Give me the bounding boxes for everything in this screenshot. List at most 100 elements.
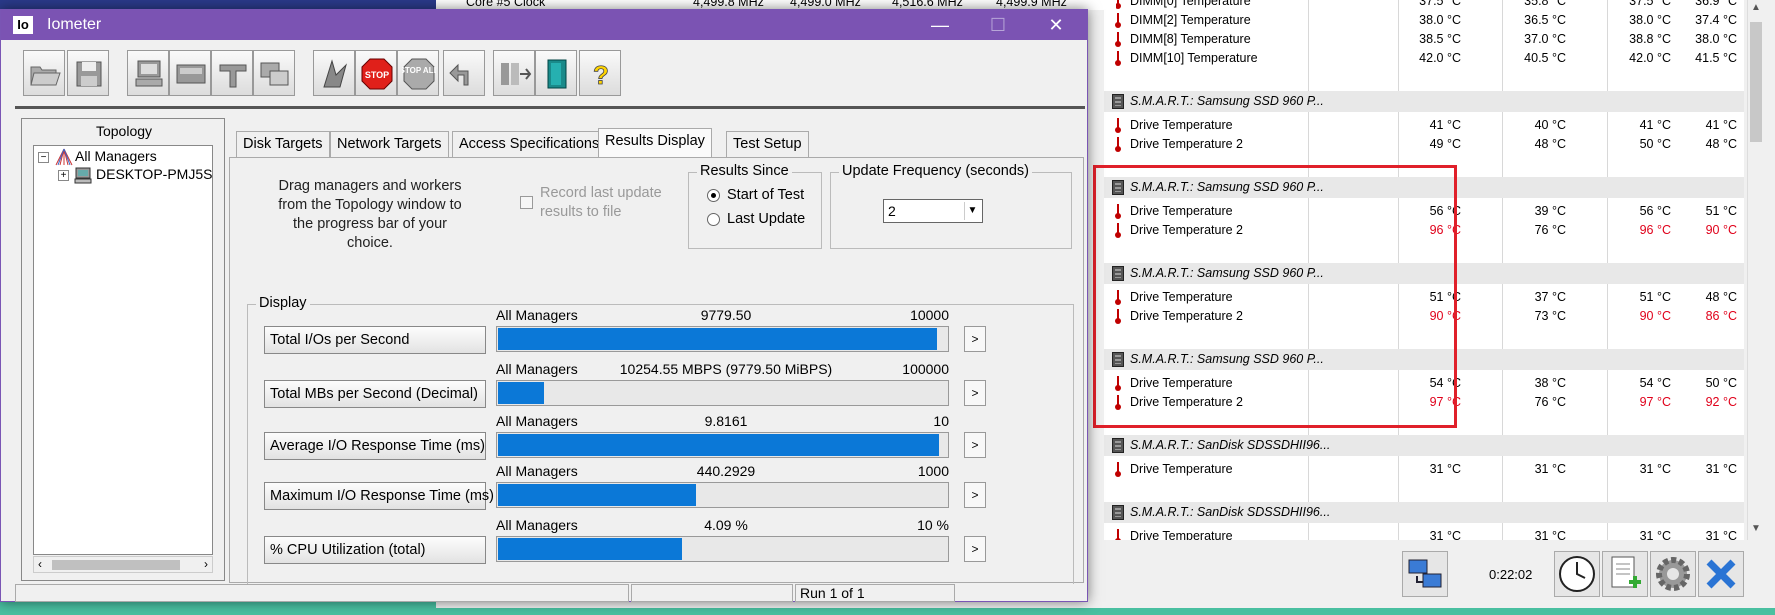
duplicate-worker-button[interactable] bbox=[253, 50, 295, 96]
reset-button[interactable] bbox=[443, 50, 485, 96]
scroll-thumb[interactable] bbox=[52, 560, 180, 570]
sensor-value: 50 °C bbox=[1639, 137, 1671, 151]
start-test-button[interactable] bbox=[313, 50, 355, 96]
drag-instructions: Drag managers and workers from the Topol… bbox=[278, 178, 462, 251]
scroll-down-icon[interactable]: ▼ bbox=[1751, 523, 1761, 534]
metric-button[interactable]: Total MBs per Second (Decimal) bbox=[264, 380, 486, 408]
sensor-value: 37 °C bbox=[1534, 290, 1566, 304]
metric-button[interactable]: % CPU Utilization (total) bbox=[264, 536, 486, 564]
sensor-row[interactable]: Drive Temperature 31 °C 31 °C 31 °C 31 °C bbox=[1104, 459, 1744, 480]
tab-test-setup[interactable]: Test Setup bbox=[726, 131, 809, 157]
topology-hscrollbar[interactable]: ‹ › bbox=[33, 556, 213, 573]
metric-button[interactable]: Average I/O Response Time (ms) bbox=[264, 432, 486, 460]
drive-chip-icon bbox=[1112, 438, 1124, 453]
sensor-value: 42.0 °C bbox=[1629, 51, 1671, 65]
chevron-down-icon[interactable]: ▼ bbox=[964, 202, 980, 220]
radio-last-update[interactable] bbox=[707, 213, 720, 226]
start-disk-worker-button[interactable] bbox=[169, 50, 211, 96]
metric-progress-bar[interactable] bbox=[496, 380, 949, 406]
metric-expand-button[interactable]: > bbox=[964, 380, 986, 406]
sensor-row[interactable]: DIMM[2] Temperature 38.0 °C 36.5 °C 38.0 °C… bbox=[1104, 10, 1744, 31]
stop-all-button[interactable]: STOP ALL bbox=[397, 50, 439, 96]
settings-button[interactable] bbox=[1650, 551, 1696, 597]
stop-button[interactable]: STOP bbox=[355, 50, 397, 96]
metric-button[interactable]: Maximum I/O Response Time (ms) bbox=[264, 482, 494, 510]
collapse-icon[interactable]: − bbox=[38, 152, 49, 163]
sensor-value: 42.0 °C bbox=[1419, 51, 1461, 65]
metric-progress-bar[interactable] bbox=[496, 432, 949, 458]
metric-value: 10254.55 MBPS (9779.50 MiBPS) bbox=[619, 361, 833, 377]
sensor-group-header[interactable]: S.M.A.R.T.: Samsung SSD 960 P... bbox=[1104, 91, 1744, 112]
metric-button[interactable]: Total I/Os per Second bbox=[264, 326, 486, 354]
open-config-button[interactable] bbox=[23, 50, 65, 96]
sensor-value: 38.0 °C bbox=[1695, 32, 1737, 46]
radio-start-of-test[interactable] bbox=[707, 189, 720, 202]
metric-value: 9.8161 bbox=[704, 413, 748, 429]
sensor-scrollbar[interactable]: ▲ ▼ bbox=[1747, 0, 1764, 540]
metric-expand-button[interactable]: > bbox=[964, 482, 986, 508]
metric-max: 100000 bbox=[902, 361, 949, 377]
open-config-icon bbox=[30, 66, 61, 86]
metric-expand-button[interactable]: > bbox=[964, 536, 986, 562]
topology-tree[interactable]: − All Managers + DESKTOP-PMJ5S bbox=[33, 145, 213, 555]
scroll-left-icon[interactable]: ‹ bbox=[38, 557, 42, 571]
metric-expand-button[interactable]: > bbox=[964, 326, 986, 352]
sensor-value: 31 °C bbox=[1639, 529, 1671, 540]
close-button[interactable] bbox=[1698, 551, 1744, 597]
drive-chip-icon bbox=[1112, 94, 1124, 109]
sensor-value: 37.0 °C bbox=[1524, 32, 1566, 46]
sensor-row[interactable]: DIMM[8] Temperature 38.5 °C 37.0 °C 38.8 °C… bbox=[1104, 29, 1744, 50]
sensor-name: DIMM[10] Temperature bbox=[1130, 51, 1258, 65]
sensor-row[interactable]: Drive Temperature 41 °C 40 °C 41 °C 41 °C bbox=[1104, 115, 1744, 136]
tab-access-specifications[interactable]: Access Specifications bbox=[452, 131, 607, 157]
scroll-thumb[interactable] bbox=[1750, 22, 1762, 142]
metric-expand-button[interactable]: > bbox=[964, 432, 986, 458]
scroll-right-icon[interactable]: › bbox=[204, 557, 208, 571]
thermometer-icon bbox=[1115, 529, 1121, 540]
drive-chip-icon bbox=[1112, 505, 1124, 520]
tab-network-targets[interactable]: Network Targets bbox=[330, 131, 449, 157]
sensor-value: 41 °C bbox=[1639, 118, 1671, 132]
sensor-group-header[interactable]: S.M.A.R.T.: SanDisk SDSSDHII96... bbox=[1104, 502, 1744, 523]
thermometer-icon bbox=[1115, 32, 1121, 47]
tab-disk-targets[interactable]: Disk Targets bbox=[236, 131, 330, 157]
metric-progress-bar[interactable] bbox=[496, 536, 949, 562]
radio-label: Last Update bbox=[727, 211, 806, 227]
report-add-icon bbox=[1611, 556, 1641, 588]
metric-progress-bar[interactable] bbox=[496, 482, 949, 508]
scroll-up-icon[interactable]: ▲ bbox=[1751, 2, 1761, 13]
sensor-value: 97 °C bbox=[1639, 395, 1671, 409]
sensor-row[interactable]: Drive Temperature 31 °C 31 °C 31 °C 31 °C bbox=[1104, 526, 1744, 540]
title-bar[interactable]: Io Iometer — ☐ ✕ bbox=[1, 10, 1087, 40]
network-monitor-button[interactable] bbox=[1402, 551, 1448, 597]
sensor-value: 41.5 °C bbox=[1695, 51, 1737, 65]
exit-manager-button[interactable] bbox=[493, 50, 535, 96]
toolbar-divider bbox=[15, 106, 1085, 109]
update-frequency-select[interactable]: 2 ▼ bbox=[883, 199, 983, 223]
sensor-value: 37.4 °C bbox=[1695, 13, 1737, 27]
clock-row-value: 4,499.8 MHz bbox=[693, 0, 764, 9]
help-button[interactable]: ? bbox=[579, 50, 621, 96]
clock-icon bbox=[1559, 556, 1595, 592]
sensor-value: 38 °C bbox=[1534, 376, 1566, 390]
start-worker-button[interactable] bbox=[127, 50, 169, 96]
exit-button[interactable] bbox=[535, 50, 577, 96]
record-results-checkbox[interactable] bbox=[520, 196, 533, 209]
sensor-name: DIMM[2] Temperature bbox=[1130, 13, 1251, 27]
metric-max: 1000 bbox=[917, 463, 949, 479]
metric-progress-bar[interactable] bbox=[496, 326, 949, 352]
sensor-value: 90 °C bbox=[1639, 309, 1671, 323]
tab-results-display[interactable]: Results Display bbox=[598, 128, 712, 158]
sensor-group-header[interactable]: S.M.A.R.T.: SanDisk SDSSDHII96... bbox=[1104, 435, 1744, 456]
report-button[interactable] bbox=[1602, 551, 1648, 597]
results-since-group: Results Since Start of Test Last Update bbox=[688, 163, 822, 249]
start-network-worker-button[interactable] bbox=[211, 50, 253, 96]
save-config-button[interactable] bbox=[67, 50, 109, 96]
reset-timer-button[interactable] bbox=[1554, 551, 1600, 597]
close-button[interactable]: ✕ bbox=[1027, 10, 1085, 40]
sensor-row[interactable]: DIMM[10] Temperature 42.0 °C 40.5 °C 42.0 °… bbox=[1104, 48, 1744, 69]
sensor-row[interactable]: Drive Temperature 2 49 °C 48 °C 50 °C 48 °C bbox=[1104, 134, 1744, 155]
expand-icon[interactable]: + bbox=[58, 170, 69, 181]
minimize-button[interactable]: — bbox=[911, 10, 969, 40]
maximize-button[interactable]: ☐ bbox=[969, 10, 1027, 40]
